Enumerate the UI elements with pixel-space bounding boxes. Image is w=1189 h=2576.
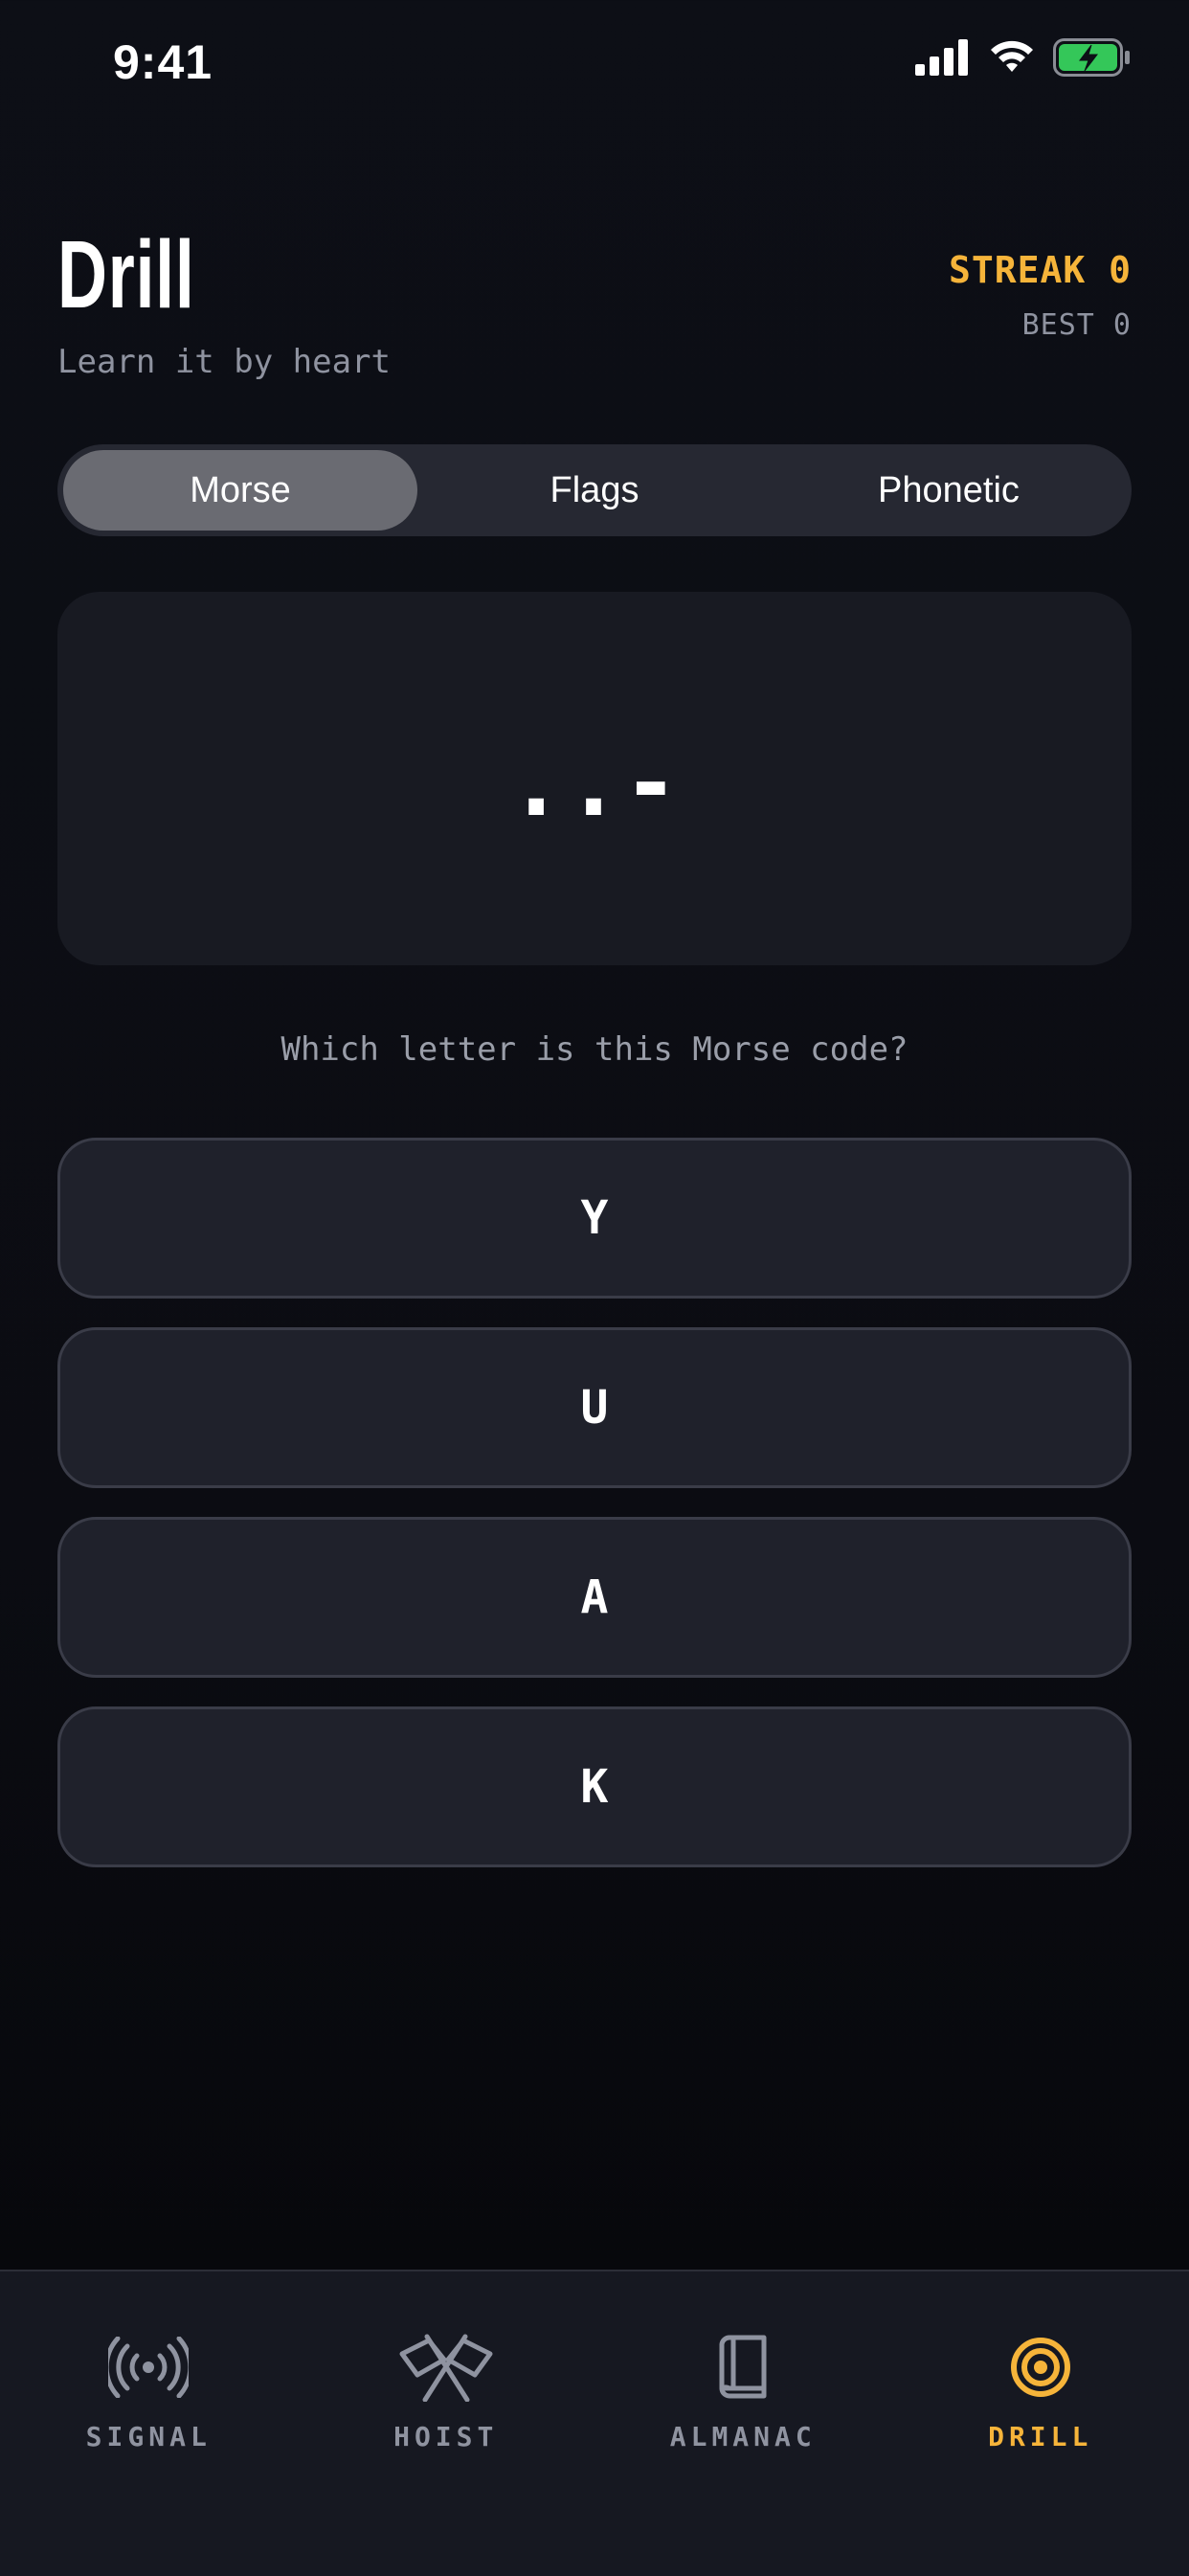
- crossed-flags-icon: [393, 2329, 499, 2406]
- cellular-signal-icon: [915, 39, 971, 76]
- book-icon: [690, 2329, 796, 2406]
- mode-tab-flags[interactable]: Flags: [417, 450, 772, 531]
- tab-signal[interactable]: SIGNAL: [0, 2271, 298, 2576]
- status-icons: [915, 38, 1132, 77]
- bottom-tab-bar: SIGNAL HOIST ALMANAC: [0, 2270, 1189, 2576]
- morse-code-display: ..-: [508, 730, 680, 837]
- page-subtitle: Learn it by heart: [57, 343, 391, 381]
- answer-option-u[interactable]: U: [57, 1327, 1132, 1488]
- page-title: Drill: [57, 220, 195, 330]
- tab-drill[interactable]: DRILL: [892, 2271, 1189, 2576]
- wifi-icon: [988, 39, 1036, 76]
- answer-option-y[interactable]: Y: [57, 1138, 1132, 1299]
- answer-option-k[interactable]: K: [57, 1706, 1132, 1867]
- best-score: BEST 0: [1022, 308, 1132, 342]
- tab-label-signal: SIGNAL: [86, 2421, 212, 2452]
- tab-label-almanac: ALMANAC: [670, 2421, 817, 2452]
- header: Drill Learn it by heart STREAK 0 BEST 0: [57, 220, 1132, 393]
- target-icon: [988, 2329, 1093, 2406]
- question-text: Which letter is this Morse code?: [57, 1030, 1132, 1069]
- status-bar: 9:41: [0, 0, 1189, 124]
- tab-almanac[interactable]: ALMANAC: [594, 2271, 892, 2576]
- answer-list: Y U A K: [57, 1138, 1132, 1896]
- mode-tab-morse[interactable]: Morse: [63, 450, 417, 531]
- battery-charging-icon: [1053, 38, 1132, 77]
- broadcast-icon: [96, 2329, 201, 2406]
- tab-label-drill: DRILL: [988, 2421, 1092, 2452]
- tab-label-hoist: HOIST: [393, 2421, 498, 2452]
- prompt-card: ..-: [57, 592, 1132, 965]
- mode-tab-phonetic[interactable]: Phonetic: [772, 450, 1126, 531]
- answer-option-a[interactable]: A: [57, 1517, 1132, 1678]
- status-time: 9:41: [113, 34, 213, 90]
- mode-segmented-control: Morse Flags Phonetic: [57, 444, 1132, 536]
- tab-hoist[interactable]: HOIST: [298, 2271, 595, 2576]
- streak-counter: STREAK 0: [949, 249, 1132, 291]
